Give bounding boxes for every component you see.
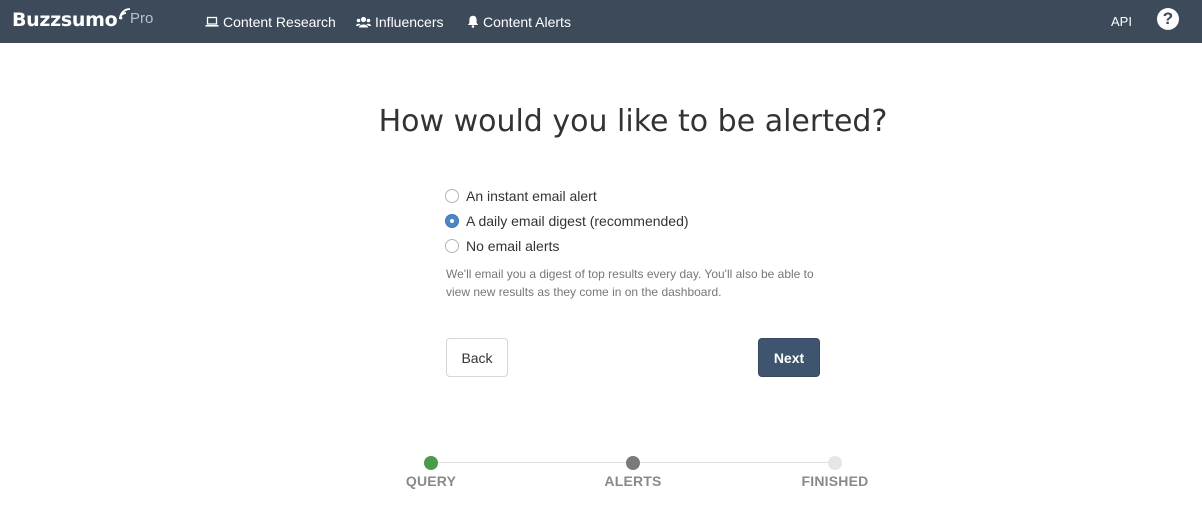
step-query-label: QUERY: [405, 473, 457, 489]
alert-options: An instant email alert A daily email dig…: [445, 183, 689, 258]
nav-influencers-label: Influencers: [375, 13, 444, 30]
step-finished-dot: [828, 456, 842, 470]
radio-no-email[interactable]: [445, 238, 459, 253]
brand-tier: Pro: [130, 10, 154, 27]
back-button[interactable]: Back: [446, 338, 508, 377]
radio-instant-email[interactable]: [445, 188, 459, 203]
option-instant-email[interactable]: An instant email alert: [445, 183, 689, 208]
radio-daily-digest[interactable]: [445, 213, 459, 228]
option-hint-text: We'll email you a digest of top results …: [446, 267, 814, 299]
step-query-dot: [424, 456, 438, 470]
bell-icon: [467, 15, 479, 28]
step-alerts-dot: [626, 456, 640, 470]
nav-content-alerts[interactable]: Content Alerts: [467, 0, 571, 43]
nav-content-research[interactable]: Content Research: [205, 0, 336, 43]
page-title: How would you like to be alerted?: [378, 104, 888, 139]
top-navbar: Buzzsumo Pro Content Research Influencer…: [0, 0, 1202, 43]
option-instant-email-label: An instant email alert: [466, 187, 597, 204]
users-icon: [356, 16, 371, 27]
step-alerts-label: ALERTS: [604, 473, 662, 489]
nav-content-alerts-label: Content Alerts: [483, 13, 571, 30]
option-no-email-label: No email alerts: [466, 237, 560, 254]
option-daily-digest-label: A daily email digest (recommended): [466, 212, 689, 229]
option-no-email[interactable]: No email alerts: [445, 233, 689, 258]
option-daily-digest[interactable]: A daily email digest (recommended): [445, 208, 689, 233]
brand-name: Buzzsumo: [12, 9, 118, 31]
nav-content-research-label: Content Research: [223, 13, 336, 30]
nav-influencers[interactable]: Influencers: [356, 0, 443, 43]
nav-api-link[interactable]: API: [1111, 0, 1132, 43]
step-finished-label: FINISHED: [801, 473, 869, 489]
laptop-icon: [205, 16, 219, 27]
help-icon[interactable]: ?: [1157, 8, 1179, 30]
next-button[interactable]: Next: [758, 338, 820, 377]
